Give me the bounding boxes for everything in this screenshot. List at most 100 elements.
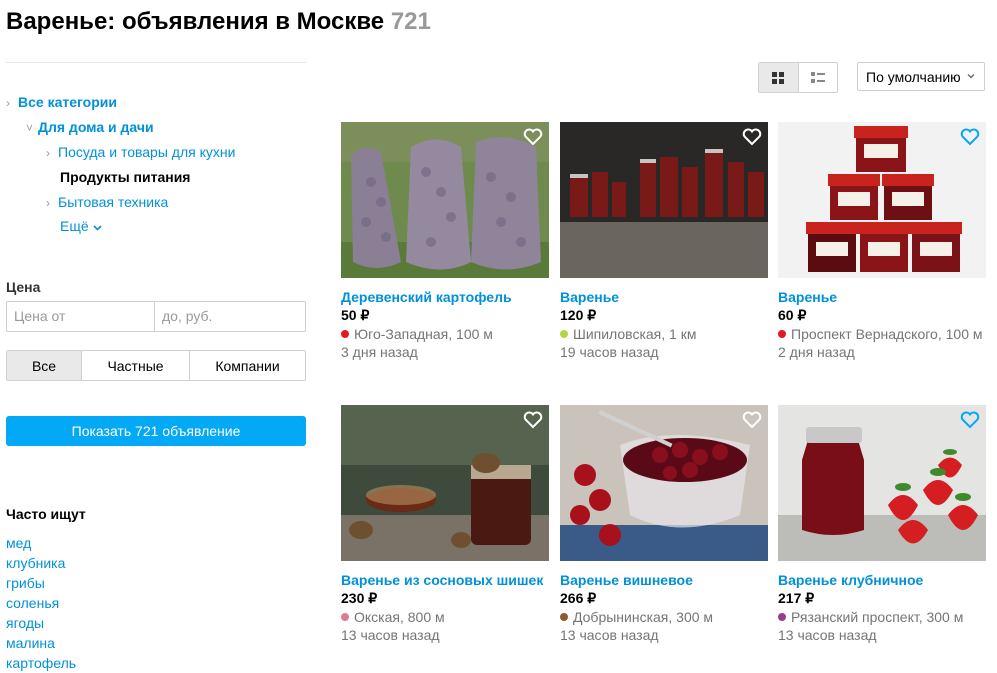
seller-private-button[interactable]: Частные	[81, 351, 189, 380]
listing-date: 2 дня назад	[778, 344, 855, 360]
popular-item: малина	[6, 633, 76, 653]
popular-searches-title: Часто ищут	[6, 506, 86, 522]
listing-image[interactable]	[341, 405, 549, 561]
popular-link[interactable]: ягоды	[6, 615, 44, 631]
chevron-down-icon	[92, 225, 102, 231]
metro-dot-icon	[341, 613, 349, 621]
show-results-button[interactable]: Показать 721 объявление	[6, 416, 306, 446]
category-food: Продукты питания	[60, 169, 190, 185]
category-all-link[interactable]: Все категории	[18, 94, 117, 110]
listing-price: 230 ₽	[341, 590, 378, 606]
chevron-right-icon: ›	[46, 196, 50, 210]
listing-price: 50 ₽	[341, 307, 370, 323]
listing-location: Проспект Вернадского, 100 м	[778, 325, 986, 343]
location-text: Рязанский проспект, 300 м	[791, 609, 964, 625]
listing-title[interactable]: Варенье клубничное	[778, 571, 986, 589]
sort-selected-value: По умолчанию	[866, 68, 961, 85]
listing-title[interactable]: Варенье	[560, 288, 768, 306]
popular-item: соленья	[6, 593, 76, 613]
listing-date: 13 часов назад	[560, 627, 659, 643]
metro-dot-icon	[778, 613, 786, 621]
listing-title[interactable]: Деревенский картофель	[341, 288, 549, 306]
location-text: Проспект Вернадского, 100 м	[791, 326, 983, 342]
category-all[interactable]: › Все категории	[6, 94, 117, 110]
listing-location: Юго-Западная, 100 м	[341, 325, 549, 343]
listing-card[interactable]: Варенье вишневое 266 ₽ Добрынинская, 300…	[560, 405, 768, 644]
popular-item: мед	[6, 533, 76, 553]
price-range	[6, 301, 306, 332]
category-dishes[interactable]: › Посуда и товары для кухни	[46, 144, 235, 160]
view-toggle	[758, 62, 838, 93]
price-label: Цена	[6, 279, 41, 295]
category-more[interactable]: Ещё	[60, 218, 102, 234]
location-text: Окская, 800 м	[354, 609, 445, 625]
chevron-right-icon: ›	[6, 96, 10, 110]
popular-link[interactable]: мед	[6, 535, 31, 551]
category-appliances-link[interactable]: Бытовая техника	[58, 194, 168, 210]
popular-searches-list: мед клубника грибы соленья ягоды малина …	[6, 533, 76, 673]
listing-location: Окская, 800 м	[341, 608, 549, 626]
seller-type-filter: Все Частные Компании	[6, 350, 306, 381]
favorite-heart-icon[interactable]	[523, 411, 543, 429]
listing-card[interactable]: Варенье 120 ₽ Шипиловская, 1 км 19 часов…	[560, 122, 768, 361]
grid-icon	[772, 71, 785, 84]
location-text: Шипиловская, 1 км	[573, 326, 697, 342]
listing-image[interactable]	[560, 405, 768, 561]
popular-item: картофель	[6, 653, 76, 673]
metro-dot-icon	[560, 613, 568, 621]
listing-title[interactable]: Варенье из сосновых шишек	[341, 571, 549, 589]
listing-image[interactable]	[778, 405, 986, 561]
favorite-heart-icon[interactable]	[523, 128, 543, 146]
price-to-input[interactable]	[155, 302, 302, 329]
results-count: 721	[390, 8, 431, 35]
listing-image[interactable]	[778, 122, 986, 278]
listing-card[interactable]: Варенье клубничное 217 ₽ Рязанский просп…	[778, 405, 986, 644]
category-home-link[interactable]: Для дома и дачи	[38, 119, 154, 135]
listing-card[interactable]: Варенье 60 ₽ Проспект Вернадского, 100 м…	[778, 122, 986, 361]
listing-card[interactable]: Варенье из сосновых шишек 230 ₽ Окская, …	[341, 405, 549, 644]
category-more-label: Ещё	[60, 218, 89, 234]
listing-date: 13 часов назад	[341, 627, 440, 643]
listing-location: Шипиловская, 1 км	[560, 325, 768, 343]
listing-location: Добрынинская, 300 м	[560, 608, 768, 626]
list-icon	[810, 71, 825, 83]
category-home[interactable]: ˅ Для дома и дачи	[26, 119, 154, 135]
category-appliances[interactable]: › Бытовая техника	[46, 194, 168, 210]
listing-title[interactable]: Варенье вишневое	[560, 571, 768, 589]
chevron-down-icon	[967, 74, 975, 79]
popular-link[interactable]: соленья	[6, 595, 59, 611]
listing-card[interactable]: Деревенский картофель 50 ₽ Юго-Западная,…	[341, 122, 549, 361]
category-food-label: Продукты питания	[60, 169, 191, 185]
page-title-text: Варенье: объявления в Москве	[6, 8, 385, 35]
popular-link[interactable]: малина	[6, 635, 55, 651]
metro-dot-icon	[778, 330, 786, 338]
category-dishes-link[interactable]: Посуда и товары для кухни	[58, 144, 235, 160]
page-title: Варенье: объявления в Москве 721	[6, 8, 431, 36]
popular-link[interactable]: картофель	[6, 655, 76, 671]
popular-link[interactable]: клубника	[6, 555, 65, 571]
chevron-right-icon: ›	[46, 146, 50, 160]
listing-date: 13 часов назад	[778, 627, 877, 643]
listing-price: 217 ₽	[778, 590, 815, 606]
favorite-heart-icon[interactable]	[742, 411, 762, 429]
listing-location: Рязанский проспект, 300 м	[778, 608, 986, 626]
listing-date: 19 часов назад	[560, 344, 659, 360]
listing-title[interactable]: Варенье	[778, 288, 986, 306]
seller-companies-button[interactable]: Компании	[189, 351, 305, 380]
category-more-link[interactable]: Ещё	[60, 218, 102, 234]
listing-date: 3 дня назад	[341, 344, 418, 360]
listing-price: 120 ₽	[560, 307, 597, 323]
grid-view-button[interactable]	[759, 63, 799, 92]
listing-image[interactable]	[341, 122, 549, 278]
sort-select[interactable]: По умолчанию	[857, 62, 985, 91]
favorite-heart-icon[interactable]	[742, 128, 762, 146]
seller-all-button[interactable]: Все	[7, 351, 81, 380]
popular-item: грибы	[6, 573, 76, 593]
chevron-down-icon: ˅	[26, 121, 34, 135]
favorite-heart-icon[interactable]	[960, 411, 980, 429]
listing-image[interactable]	[560, 122, 768, 278]
popular-link[interactable]: грибы	[6, 575, 45, 591]
list-view-button[interactable]	[799, 63, 838, 92]
favorite-heart-icon[interactable]	[960, 128, 980, 146]
price-from-input[interactable]	[7, 302, 154, 329]
